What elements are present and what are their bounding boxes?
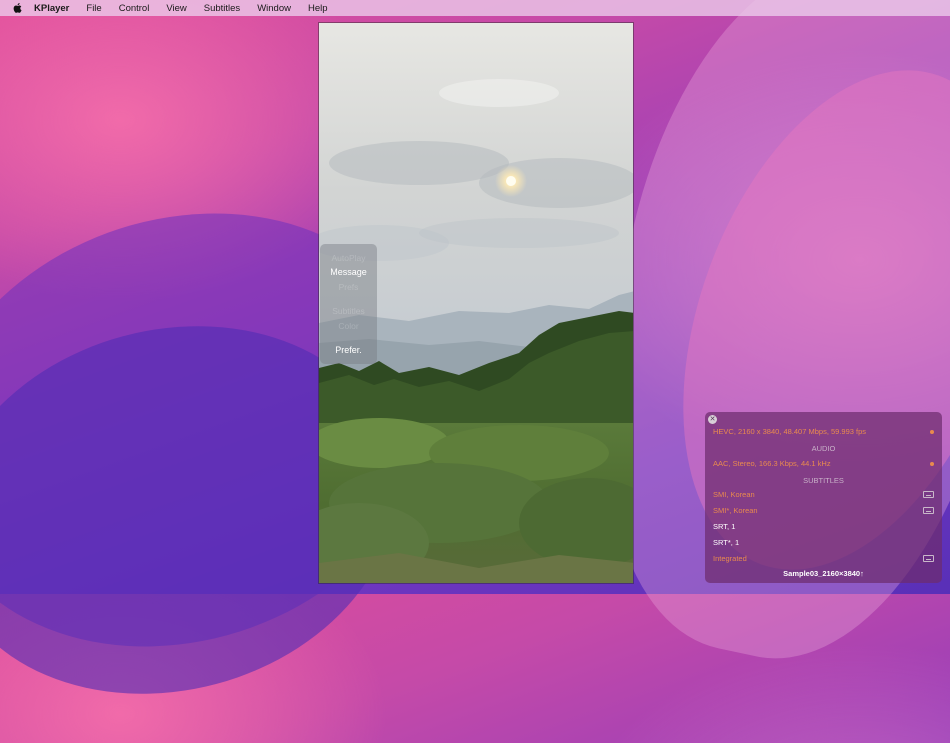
menu-app-name[interactable]: KPlayer bbox=[34, 3, 69, 14]
selected-dot-icon bbox=[930, 462, 934, 466]
subtitle-file-icon[interactable] bbox=[923, 555, 934, 562]
menu-control[interactable]: Control bbox=[119, 3, 150, 14]
subtitle-row[interactable]: SMI, Korean bbox=[713, 489, 934, 501]
menu-bar: KPlayer File Control View Subtitles Wind… bbox=[0, 0, 950, 16]
subtitle-label: SRT*, 1 bbox=[713, 538, 740, 547]
subtitle-file-icon[interactable] bbox=[923, 507, 934, 514]
subtitle-row[interactable]: Integrated bbox=[713, 553, 934, 565]
video-track-row[interactable]: HEVC, 2160 x 3840, 48.407 Mbps, 59.993 f… bbox=[713, 426, 934, 438]
menu-file[interactable]: File bbox=[86, 3, 101, 14]
overlay-menu: AutoPlay Message Prefs Subtitles Color P… bbox=[320, 244, 377, 364]
subtitle-label: SMI*, Korean bbox=[713, 506, 758, 515]
audio-track-row[interactable]: AAC, Stereo, 166.3 Kbps, 44.1 kHz bbox=[713, 458, 934, 470]
audio-track-label: AAC, Stereo, 166.3 Kbps, 44.1 kHz bbox=[713, 459, 831, 468]
overlay-item-prefs[interactable]: Prefs bbox=[320, 282, 377, 292]
menu-window[interactable]: Window bbox=[257, 3, 291, 14]
media-info-panel: ✕ HEVC, 2160 x 3840, 48.407 Mbps, 59.993… bbox=[705, 412, 942, 583]
menu-subtitles[interactable]: Subtitles bbox=[204, 3, 240, 14]
subtitle-label: SRT, 1 bbox=[713, 522, 736, 531]
menu-view[interactable]: View bbox=[166, 3, 186, 14]
close-icon[interactable]: ✕ bbox=[708, 415, 717, 424]
selected-dot-icon bbox=[930, 430, 934, 434]
overlay-item-prefer[interactable]: Prefer. bbox=[320, 345, 377, 355]
overlay-item-color[interactable]: Color bbox=[320, 321, 377, 331]
apple-logo-icon[interactable] bbox=[12, 2, 24, 14]
subtitle-label: Integrated bbox=[713, 554, 747, 563]
subtitle-row[interactable]: SRT*, 1 bbox=[713, 537, 934, 549]
subtitle-label: SMI, Korean bbox=[713, 490, 755, 499]
subtitle-row[interactable]: SMI*, Korean bbox=[713, 505, 934, 517]
video-track-label: HEVC, 2160 x 3840, 48.407 Mbps, 59.993 f… bbox=[713, 427, 867, 436]
subtitles-heading: SUBTITLES bbox=[803, 476, 844, 485]
overlay-item-autoplay[interactable]: AutoPlay bbox=[320, 253, 377, 263]
overlay-item-message[interactable]: Message bbox=[320, 267, 377, 277]
audio-heading: AUDIO bbox=[811, 444, 836, 453]
overlay-item-subtitles[interactable]: Subtitles bbox=[320, 306, 377, 316]
subtitle-row[interactable]: SRT, 1 bbox=[713, 521, 934, 533]
menu-help[interactable]: Help bbox=[308, 3, 328, 14]
subtitle-file-icon[interactable] bbox=[923, 491, 934, 498]
file-name-label: Sample03_2160×3840↑ bbox=[783, 569, 864, 578]
